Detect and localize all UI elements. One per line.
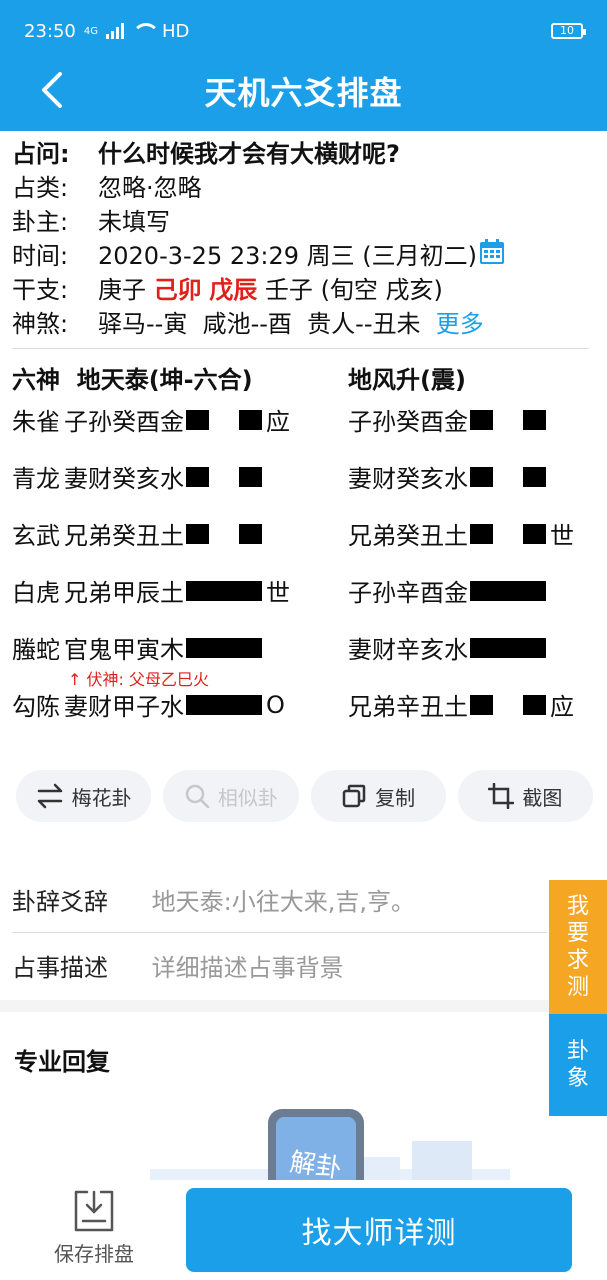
yao-bar xyxy=(186,580,262,601)
question-text: 什么时候我才会有大横财呢? xyxy=(98,140,400,168)
yao-bar xyxy=(470,694,546,715)
search-icon xyxy=(185,784,210,809)
yao-bar xyxy=(470,409,546,430)
status-bar: 23:50 4G HD 10 xyxy=(24,18,586,44)
yao-bar xyxy=(186,637,262,658)
line-text: 兄弟癸丑土 xyxy=(64,522,184,550)
line-text: 妻财甲子水 xyxy=(64,693,184,721)
yao-bar xyxy=(186,523,262,544)
hd-badge: HD xyxy=(162,20,190,42)
yao-bar xyxy=(470,523,546,544)
main-gua-title: 六神 地天泰(坤-六合) xyxy=(12,365,253,394)
ganzhi-row: 干支: 庚子 己卯 戊辰 壬子 (旬空 戌亥) xyxy=(12,276,443,304)
line-text: 官鬼甲寅木 xyxy=(64,636,184,664)
gua-table: 六神 地天泰(坤-六合) 地风升(震) 朱雀 子孙癸酉金应子孙癸酉金 青龙 妻财癸亥水… xyxy=(12,360,602,744)
app-header: 23:50 4G HD 10 天机六爻排盘 xyxy=(0,0,607,131)
signal-icon xyxy=(106,23,124,39)
category-row: 占类: 忽略·忽略 xyxy=(12,174,202,202)
divider xyxy=(12,932,547,933)
gua-line: 勾陈 妻财甲子水 O 兄弟辛丑土 应 xyxy=(12,687,602,744)
crop-icon xyxy=(488,783,515,809)
gua-line: 白虎 兄弟甲辰土 世 子孙辛酉金 xyxy=(12,573,602,630)
meihua-button[interactable]: 梅花卦 xyxy=(16,770,152,822)
description-input[interactable]: 详细描述占事背景 xyxy=(152,954,344,982)
yao-bar xyxy=(186,409,262,430)
line-text: 子孙癸酉金 xyxy=(348,408,468,436)
line-text: 子孙癸酉金 xyxy=(64,408,184,436)
copy-icon xyxy=(342,784,366,808)
find-master-button[interactable]: 找大师详测 xyxy=(186,1188,572,1272)
page-title: 天机六爻排盘 xyxy=(204,74,403,112)
copy-button[interactable]: 复制 xyxy=(310,770,446,822)
save-icon xyxy=(74,1190,114,1232)
shensha-row: 神煞: 驿马--寅 咸池--酉 贵人--丑未 更多 xyxy=(12,307,595,341)
section-gap xyxy=(0,1000,607,1012)
more-link[interactable]: 更多 xyxy=(436,307,484,341)
line-text: 兄弟辛丑土 xyxy=(348,693,468,721)
wifi-icon xyxy=(132,23,160,39)
request-reading-button[interactable]: 我要求测 xyxy=(549,880,607,1014)
six-god: 螣蛇 xyxy=(12,636,60,664)
six-god: 玄武 xyxy=(12,522,60,550)
gua-line: 玄武 兄弟癸丑土 兄弟癸丑土世 xyxy=(12,516,602,573)
swap-icon xyxy=(37,783,62,809)
line-text: 兄弟甲辰土 xyxy=(64,579,184,607)
save-button[interactable]: 保存排盘 xyxy=(44,1188,144,1267)
yao-bar xyxy=(470,580,546,601)
clock: 23:50 xyxy=(24,20,76,42)
tool-bar: 梅花卦 相似卦 复制 截图 xyxy=(16,770,593,822)
battery-icon: 10 xyxy=(551,23,586,39)
line-text: 妻财辛亥水 xyxy=(348,636,468,664)
bottom-bar: 保存排盘 找大师详测 xyxy=(0,1180,607,1280)
gua-image-button[interactable]: 卦象 xyxy=(549,1014,607,1116)
line-mark: 世 xyxy=(266,579,290,607)
network-type: 4G xyxy=(83,25,98,37)
six-god: 白虎 xyxy=(12,579,60,607)
yao-bar xyxy=(186,694,262,715)
chevron-left-icon xyxy=(42,72,62,108)
time-row: 时间: 2020-3-25 23:29 周三 (三月初二) xyxy=(12,239,595,273)
yao-bar xyxy=(186,466,262,487)
illus-text: 解卦 xyxy=(287,1147,344,1185)
changed-gua-title: 地风升(震) xyxy=(348,365,466,394)
line-text: 妻财癸亥水 xyxy=(348,465,468,493)
screenshot-button[interactable]: 截图 xyxy=(457,770,593,822)
line-text: 兄弟癸丑土 xyxy=(348,522,468,550)
divider xyxy=(12,348,589,349)
reading-info: 占问: 什么时候我才会有大横财呢? 占类: 忽略·忽略 卦主: 未填写 时间: … xyxy=(12,137,595,341)
reply-title: 专业回复 xyxy=(14,1048,110,1076)
back-button[interactable] xyxy=(34,70,70,110)
six-god: 勾陈 xyxy=(12,693,60,721)
calendar-icon[interactable] xyxy=(479,239,505,265)
similar-gua-button[interactable]: 相似卦 xyxy=(163,770,299,822)
yao-bar xyxy=(470,466,546,487)
yao-bar xyxy=(470,637,546,658)
line-text: 妻财癸亥水 xyxy=(64,465,184,493)
gua-line: 青龙 妻财癸亥水 妻财癸亥水 xyxy=(12,459,602,516)
owner-row: 卦主: 未填写 xyxy=(12,208,170,236)
fushen-note: ↑ 伏神: 父母乙巳火 xyxy=(68,670,209,689)
six-god: 青龙 xyxy=(12,465,60,493)
line-mark: O xyxy=(266,690,285,719)
line-text: 子孙辛酉金 xyxy=(348,579,468,607)
line-mark: 应 xyxy=(550,693,574,721)
description-row[interactable]: 占事描述 详细描述占事背景 xyxy=(12,948,607,988)
line-mark: 世 xyxy=(550,522,574,550)
guaci-row[interactable]: 卦辞爻辞 地天泰:小往大来,吉,亨。 xyxy=(12,882,607,922)
line-mark: 应 xyxy=(266,408,290,436)
six-god: 朱雀 xyxy=(12,408,60,436)
question-row: 占问: 什么时候我才会有大横财呢? xyxy=(12,137,595,171)
gua-line: 朱雀 子孙癸酉金应子孙癸酉金 xyxy=(12,402,602,459)
